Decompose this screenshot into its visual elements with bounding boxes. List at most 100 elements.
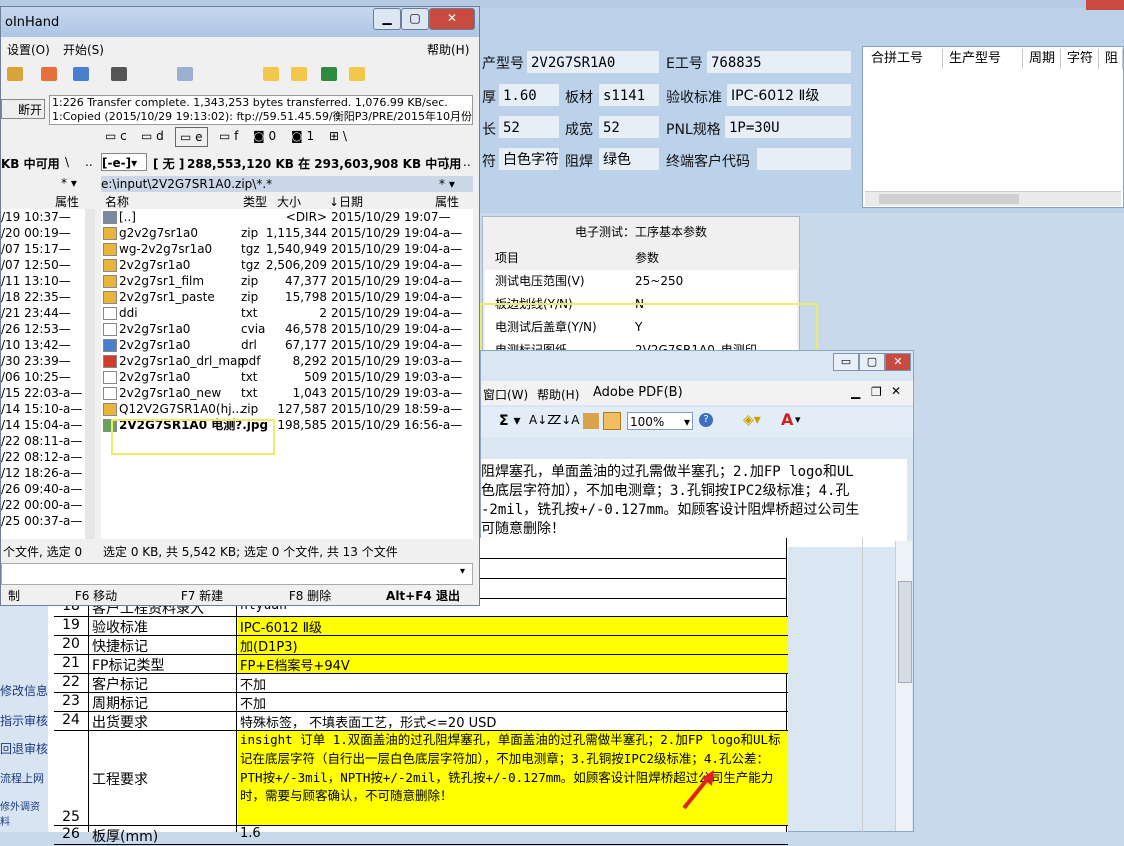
- table-row[interactable]: 26 板厚(mm) 1.6: [54, 826, 788, 845]
- network-drive-button[interactable]: ⊞ \: [329, 127, 347, 145]
- sidebar-item-rollback-review[interactable]: 回退审核: [0, 740, 48, 757]
- sort-asc-icon[interactable]: A↓Z: [529, 413, 555, 427]
- file-row[interactable]: Q12V2G7SR1A0(hj... zip 127,587 2015/10/29 1…: [101, 401, 473, 417]
- field-width[interactable]: 52: [598, 115, 660, 139]
- file-row[interactable]: 2v2g7sr1a0 txt 509 2015/10/29 19:03-a—: [101, 369, 473, 385]
- file-row[interactable]: 2v2g7sr1a0 drl 67,177 2015/10/29 19:04-a—: [101, 337, 473, 353]
- drive-e-button[interactable]: ▭ e: [175, 127, 208, 147]
- field-material[interactable]: s1141: [598, 83, 660, 107]
- chevron-down-icon[interactable]: ▾: [460, 566, 465, 577]
- folder-icon[interactable]: [263, 67, 279, 81]
- left-file-row[interactable]: /26 09:40-a—: [1, 481, 93, 497]
- sidebar-item-edit-info[interactable]: 修改信息: [0, 682, 48, 699]
- right-up-button[interactable]: ..: [463, 155, 471, 169]
- f5-copy-button[interactable]: 制: [1, 585, 27, 607]
- file-row[interactable]: [..] <DIR> 2015/10/29 19:07—: [101, 209, 473, 225]
- left-file-row[interactable]: /12 18:26-a—: [1, 465, 93, 481]
- field-model[interactable]: 2V2G7SR1A0: [526, 50, 660, 74]
- menu-help[interactable]: 帮助(H): [427, 41, 469, 58]
- field-customer-code[interactable]: [756, 147, 852, 171]
- drawing-icon[interactable]: [603, 412, 621, 430]
- sidebar-item-external-data[interactable]: 修外调资料: [0, 798, 48, 828]
- left-file-row[interactable]: /10 13:42—: [1, 337, 93, 353]
- left-file-row[interactable]: /18 22:35—: [1, 289, 93, 305]
- restore-button[interactable]: ▢: [859, 353, 885, 371]
- close-button[interactable]: ✕: [885, 353, 911, 371]
- minimize-button[interactable]: ▭: [833, 353, 859, 371]
- field-thickness[interactable]: 1.60: [498, 83, 560, 107]
- zoom-select[interactable]: 100% ▾: [627, 412, 693, 430]
- grid-header-solder[interactable]: 阻: [1099, 49, 1123, 69]
- merge-job-grid[interactable]: 合拼工号 生产型号 周期 字符 阻: [862, 46, 1124, 208]
- drive-1-button[interactable]: ◙ 1: [291, 127, 314, 145]
- row-value[interactable]: 1.6: [238, 826, 788, 844]
- table-row[interactable]: 20 快捷标记 加(D1P3): [54, 636, 788, 655]
- left-file-row[interactable]: /22 08:12-a—: [1, 449, 93, 465]
- col-attr-header[interactable]: 属性: [435, 193, 459, 210]
- right-root-button[interactable]: \: [445, 155, 449, 169]
- url-icon[interactable]: [73, 67, 89, 81]
- table-row[interactable]: 19 验收标准 IPC-6012 Ⅱ级: [54, 617, 788, 636]
- left-file-row[interactable]: /21 23:44—: [1, 305, 93, 321]
- file-row[interactable]: 2v2g7sr1_paste zip 15,798 2015/10/29 19:04-…: [101, 289, 473, 305]
- field-char[interactable]: 白色字符: [498, 147, 560, 171]
- file-row[interactable]: 2v2g7sr1a0 tgz 2,506,209 2015/10/29 19:04-a…: [101, 257, 473, 273]
- grid-header-model[interactable]: 生产型号: [943, 49, 1023, 69]
- grid-header-cycle[interactable]: 周期: [1023, 49, 1061, 69]
- file-row[interactable]: 2v2g7sr1a0 cvia 46,578 2015/10/29 19:04-a—: [101, 321, 473, 337]
- left-column-header[interactable]: 属性: [1, 193, 93, 209]
- row-value[interactable]: FP+E档案号+94V: [238, 655, 788, 674]
- left-pane-scrollbar[interactable]: [85, 209, 95, 539]
- row-value[interactable]: IPC-6012 Ⅱ级: [238, 617, 788, 636]
- ftp-icon[interactable]: [41, 67, 57, 81]
- ftp-log[interactable]: 1:226 Transfer complete. 1,343,253 bytes…: [49, 95, 473, 125]
- left-file-row[interactable]: /06 10:25—: [1, 369, 93, 385]
- search-icon[interactable]: [111, 67, 127, 81]
- f8-delete-button[interactable]: F8 删除: [265, 585, 355, 607]
- col-attr-header[interactable]: 属性: [55, 193, 79, 210]
- sidebar-item-upload[interactable]: 流程上网: [0, 770, 48, 786]
- chevron-down-icon[interactable]: ▾: [795, 413, 801, 426]
- drive-select[interactable]: [-e-]▾: [101, 153, 147, 171]
- menu-settings[interactable]: 设置(O): [7, 41, 50, 58]
- left-file-row[interactable]: /22 00:00-a—: [1, 497, 93, 513]
- drive-c-button[interactable]: ▭ c: [105, 127, 127, 145]
- excel-icon[interactable]: [321, 67, 337, 81]
- menu-help[interactable]: 帮助(H): [537, 386, 579, 403]
- left-file-row[interactable]: /25 00:37-a—: [1, 513, 93, 529]
- sidebar-item-instruction-review[interactable]: 指示审核: [0, 712, 48, 729]
- file-row[interactable]: g2v2g7sr1a0 zip 1,115,344 2015/10/29 19:04-…: [101, 225, 473, 241]
- table-row[interactable]: 21 FP标记类型 FP+E档案号+94V: [54, 655, 788, 674]
- scroll-thumb[interactable]: [879, 194, 1019, 204]
- col-size-header[interactable]: 大小: [277, 193, 301, 210]
- table-row[interactable]: 22 客户标记 不加: [54, 674, 788, 693]
- font-color-icon[interactable]: A: [781, 410, 793, 429]
- menu-adobe-pdf[interactable]: Adobe PDF(B): [593, 385, 683, 400]
- file-row[interactable]: ddi txt 2 2015/10/29 19:04-a—: [101, 305, 473, 321]
- left-file-row[interactable]: /26 12:53—: [1, 321, 93, 337]
- table-row[interactable]: 24 出货要求 特殊标签， 不填表面工艺，形式<=20 USD: [54, 712, 788, 731]
- menu-start[interactable]: 开始(S): [63, 41, 104, 58]
- current-path[interactable]: e:\input\2V2G7SR1A0.zip\*.* * ▾: [101, 176, 473, 192]
- right-file-pane[interactable]: [..] <DIR> 2015/10/29 19:07— g2v2g7sr1a0 zip…: [101, 209, 473, 539]
- file-row[interactable]: 2v2g7sr1_film zip 47,377 2015/10/29 19:04-a…: [101, 273, 473, 289]
- doc-restore-icon[interactable]: ❐: [871, 385, 882, 399]
- f6-move-button[interactable]: F6 移动: [51, 585, 141, 607]
- grid-header-char[interactable]: 字符: [1061, 49, 1099, 69]
- left-root-button[interactable]: \: [65, 155, 69, 169]
- field-eno[interactable]: 768835: [706, 50, 852, 74]
- row-value[interactable]: 特殊标签， 不填表面工艺，形式<=20 USD: [238, 712, 788, 731]
- col-date-header[interactable]: ↓日期: [329, 193, 363, 210]
- app-close-button[interactable]: [1086, 0, 1124, 10]
- row-value[interactable]: 加(D1P3): [238, 636, 788, 655]
- help-icon[interactable]: ?: [699, 413, 713, 427]
- left-file-row[interactable]: /30 23:39—: [1, 353, 93, 369]
- field-pnl[interactable]: 1P=30U: [724, 115, 852, 139]
- grid-horizontal-scrollbar[interactable]: [865, 191, 1121, 206]
- close-button[interactable]: ✕: [429, 8, 475, 30]
- drive-0-button[interactable]: ◙ 0: [253, 127, 276, 145]
- maximize-button[interactable]: ▢: [401, 8, 429, 30]
- chart-wizard-icon[interactable]: [583, 413, 599, 429]
- file-row[interactable]: 2v2g7sr1a0_new txt 1,043 2015/10/29 19:03-a…: [101, 385, 473, 401]
- field-solder[interactable]: 绿色: [598, 147, 660, 171]
